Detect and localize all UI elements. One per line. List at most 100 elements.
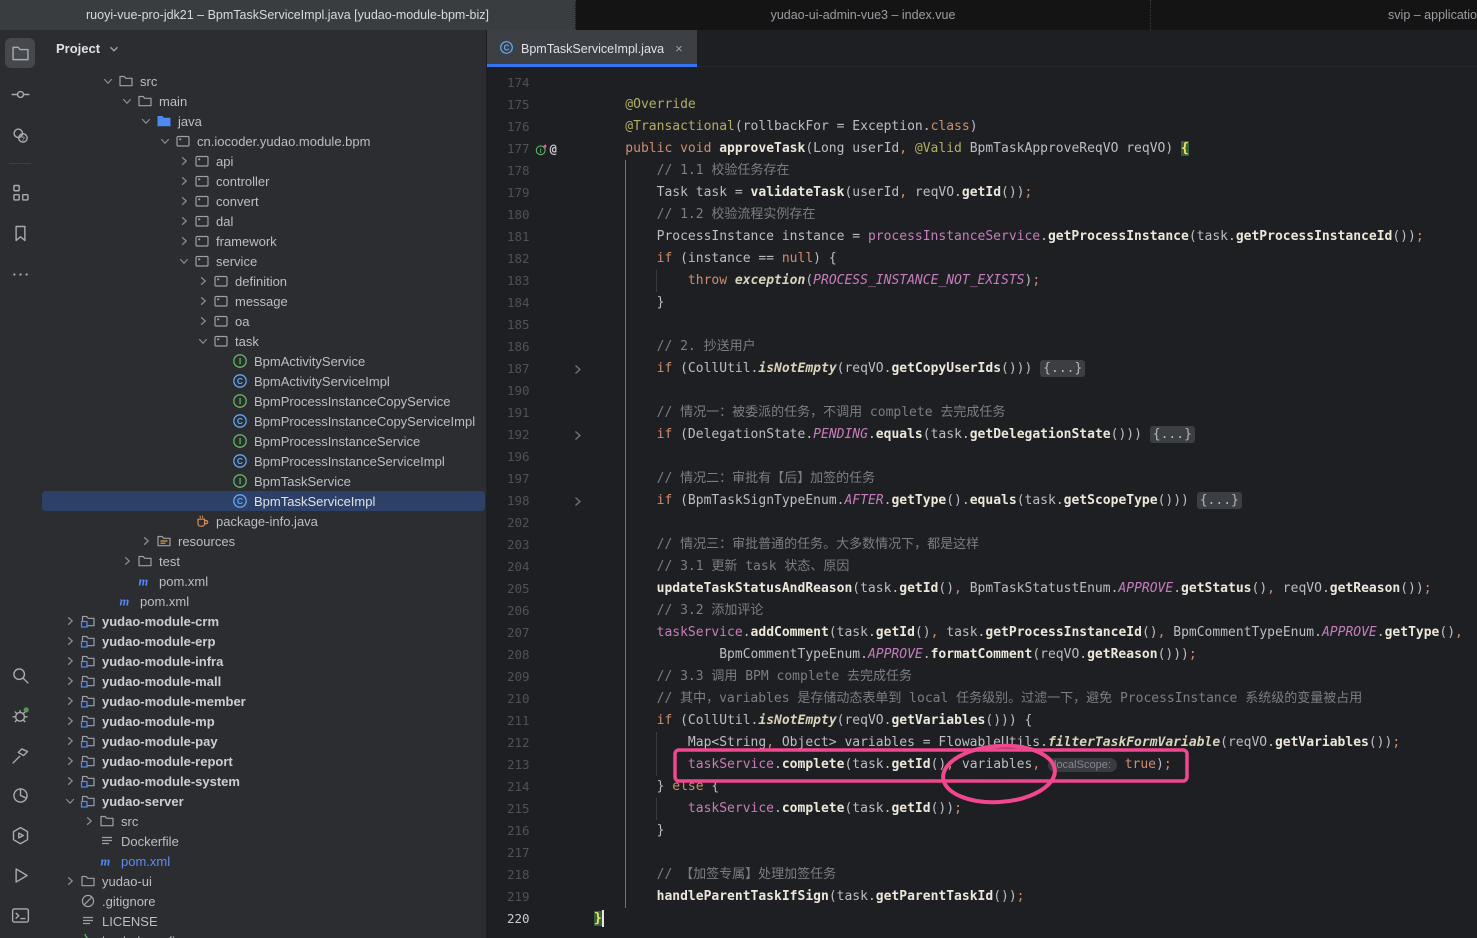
code-text[interactable]: taskService.complete(task.getId());: [594, 798, 962, 820]
chevron-collapsed-icon[interactable]: [175, 233, 193, 249]
code-text[interactable]: Map<String, Object> variables = Flowable…: [594, 732, 1400, 754]
code-line-175[interactable]: 175 @Override: [487, 94, 1477, 116]
code-line-185[interactable]: 185: [487, 314, 1477, 336]
line-number[interactable]: 212: [487, 732, 530, 754]
build-icon[interactable]: [5, 740, 35, 770]
gutter[interactable]: 183: [487, 270, 594, 292]
line-number[interactable]: 216: [487, 820, 530, 842]
chevron-collapsed-icon[interactable]: [194, 293, 212, 309]
gutter[interactable]: 214: [487, 776, 594, 798]
line-number[interactable]: 198: [487, 490, 530, 512]
code-line-211[interactable]: 211 if (CollUtil.isNotEmpty(reqVO.getVar…: [487, 710, 1477, 732]
chevron-collapsed-icon[interactable]: [61, 673, 79, 689]
code-line-220[interactable]: 220}: [487, 908, 1477, 930]
tree-item-bpmactivityservice[interactable]: IBpmActivityService: [42, 351, 485, 371]
tree-item-yudao-module-mp[interactable]: yudao-module-mp: [42, 711, 485, 731]
gutter[interactable]: 212: [487, 732, 594, 754]
gutter[interactable]: 186: [487, 336, 594, 358]
code-line-196[interactable]: 196: [487, 446, 1477, 468]
line-number[interactable]: 217: [487, 842, 530, 864]
tree-item-.gitignore[interactable]: .gitignore: [42, 891, 485, 911]
tree-item-dockerfile[interactable]: Dockerfile: [42, 831, 485, 851]
gutter[interactable]: 175: [487, 94, 594, 116]
commit-icon[interactable]: [5, 79, 35, 109]
line-number[interactable]: 181: [487, 226, 530, 248]
gutter[interactable]: 208: [487, 644, 594, 666]
tree-item-convert[interactable]: convert: [42, 191, 485, 211]
gutter[interactable]: 205: [487, 578, 594, 600]
code-text[interactable]: // 1.2 校验流程实例存在: [594, 204, 815, 226]
chevron-collapsed-icon[interactable]: [194, 273, 212, 289]
project-panel-header[interactable]: Project: [40, 30, 486, 67]
chevron-collapsed-icon[interactable]: [61, 633, 79, 649]
gutter[interactable]: 177I@: [487, 138, 594, 160]
tree-item-dal[interactable]: dal: [42, 211, 485, 231]
line-number[interactable]: 205: [487, 578, 530, 600]
code-text[interactable]: ProcessInstance instance = processInstan…: [594, 226, 1424, 248]
chevron-collapsed-icon[interactable]: [61, 773, 79, 789]
code-text[interactable]: // 1.1 校验任务存在: [594, 160, 789, 182]
editor-tab[interactable]: C BpmTaskServiceImpl.java ×: [487, 30, 697, 67]
code-line-184[interactable]: 184 }: [487, 292, 1477, 314]
line-number[interactable]: 178: [487, 160, 530, 182]
line-number[interactable]: 175: [487, 94, 530, 116]
tree-item-oa[interactable]: oa: [42, 311, 485, 331]
tree-item-task[interactable]: task: [42, 331, 485, 351]
line-number[interactable]: 220: [487, 908, 530, 930]
line-number[interactable]: 185: [487, 314, 530, 336]
gutter[interactable]: 174: [487, 72, 594, 94]
tree-item-yudao-module-pay[interactable]: yudao-module-pay: [42, 731, 485, 751]
line-number[interactable]: 179: [487, 182, 530, 204]
code-line-190[interactable]: 190: [487, 380, 1477, 402]
tree-item-license[interactable]: LICENSE: [42, 911, 485, 931]
gutter[interactable]: 191: [487, 402, 594, 424]
chevron-collapsed-icon[interactable]: [61, 873, 79, 889]
line-number[interactable]: 184: [487, 292, 530, 314]
code-text[interactable]: // 2. 抄送用户: [594, 336, 756, 358]
code-line-210[interactable]: 210 // 其中，variables 是存储动态表单到 local 任务级别。…: [487, 688, 1477, 710]
debug-icon[interactable]: [5, 700, 35, 730]
code-line-181[interactable]: 181 ProcessInstance instance = processIn…: [487, 226, 1477, 248]
chevron-collapsed-icon[interactable]: [80, 813, 98, 829]
gutter[interactable]: 203: [487, 534, 594, 556]
tree-item-bpmprocessinstanceserviceimpl[interactable]: CBpmProcessInstanceServiceImpl: [42, 451, 485, 471]
code-line-219[interactable]: 219 handleParentTaskIfSign(task.getParen…: [487, 886, 1477, 908]
line-number[interactable]: 204: [487, 556, 530, 578]
code-text[interactable]: updateTaskStatusAndReason(task.getId(), …: [594, 578, 1432, 600]
editor-body[interactable]: 174175 @Override176 @Transactional(rollb…: [487, 67, 1477, 938]
code-line-207[interactable]: 207 taskService.addComment(task.getId(),…: [487, 622, 1477, 644]
chevron-collapsed-icon[interactable]: [61, 653, 79, 669]
line-number[interactable]: 218: [487, 864, 530, 886]
line-number[interactable]: 214: [487, 776, 530, 798]
chevron-collapsed-icon[interactable]: [61, 733, 79, 749]
tree-item-api[interactable]: api: [42, 151, 485, 171]
tree-item-src[interactable]: src: [42, 71, 485, 91]
tree-item-bpmprocessinstanceservice[interactable]: IBpmProcessInstanceService: [42, 431, 485, 451]
line-number[interactable]: 208: [487, 644, 530, 666]
chevron-collapsed-icon[interactable]: [175, 213, 193, 229]
code-text[interactable]: if (instance == null) {: [594, 248, 837, 270]
line-number[interactable]: 210: [487, 688, 530, 710]
line-number[interactable]: 174: [487, 72, 530, 94]
tree-item-lombok.config[interactable]: lombok.config: [42, 931, 485, 938]
search-icon[interactable]: [5, 660, 35, 690]
line-number[interactable]: 197: [487, 468, 530, 490]
tree-item-yudao-module-system[interactable]: yudao-module-system: [42, 771, 485, 791]
tree-item-definition[interactable]: definition: [42, 271, 485, 291]
code-text[interactable]: if (CollUtil.isNotEmpty(reqVO.getCopyUse…: [594, 358, 1085, 380]
tree-item-yudao-module-mall[interactable]: yudao-module-mall: [42, 671, 485, 691]
code-text[interactable]: public void approveTask(Long userId, @Va…: [594, 138, 1189, 160]
code-text[interactable]: if (DelegationState.PENDING.equals(task.…: [594, 424, 1195, 446]
code-text[interactable]: taskService.addComment(task.getId(), tas…: [594, 622, 1463, 644]
gutter[interactable]: 207: [487, 622, 594, 644]
window-tab-active[interactable]: ruoyi-vue-pro-jdk21 – BpmTaskServiceImpl…: [0, 0, 575, 30]
tree-item-bpmprocessinstancecopyservice[interactable]: IBpmProcessInstanceCopyService: [42, 391, 485, 411]
implements-method-icon[interactable]: I@: [535, 138, 557, 160]
line-number[interactable]: 187: [487, 358, 530, 380]
code-text[interactable]: // 【加签专属】处理加签任务: [594, 864, 836, 886]
line-number[interactable]: 183: [487, 270, 530, 292]
code-line-218[interactable]: 218 // 【加签专属】处理加签任务: [487, 864, 1477, 886]
code-text[interactable]: // 3.2 添加评论: [594, 600, 763, 622]
code-text[interactable]: @Override: [594, 94, 696, 116]
line-number[interactable]: 215: [487, 798, 530, 820]
